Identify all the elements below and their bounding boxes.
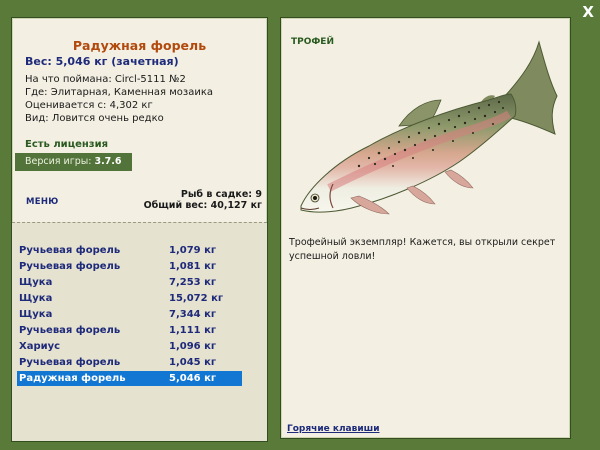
catch-fish-weight: 15,072 кг [169, 293, 224, 304]
catch-fish-name: Щука [19, 309, 53, 320]
catch-fish-name: Ручьевая форель [19, 357, 121, 368]
catch-fish-name: Ручьевая форель [19, 261, 121, 272]
fish-weight: Вес: 5,046 кг (зачетная) [25, 55, 179, 68]
catch-fish-name: Хариус [19, 341, 61, 352]
trophy-panel: ТРОФЕЙ Трофейный экземпляр! Кажется, вы … [280, 17, 571, 439]
catch-row[interactable]: Радужная форель 5,046 кг [17, 371, 242, 386]
catch-fish-weight: 7,344 кг [169, 309, 217, 320]
catch-fish-weight: 1,111 кг [169, 325, 217, 336]
catch-location: Где: Элитарная, Каменная мозаика [25, 87, 214, 98]
catch-fish-weight: 1,081 кг [169, 261, 217, 272]
trophy-message: Трофейный экземпляр! Кажется, вы открыли… [289, 237, 556, 262]
catch-fish-weight: 1,045 кг [169, 357, 217, 368]
menu-button[interactable]: МЕНЮ [26, 197, 59, 207]
fish-info-panel: Радужная форель Вес: 5,046 кг (зачетная)… [11, 17, 268, 442]
keepnet-count: Рыб в садке: 9 [180, 189, 262, 200]
catch-row[interactable]: Щука 7,253 кг [17, 275, 242, 290]
version-value: 3.7.6 [94, 156, 122, 167]
license-status: Есть лицензия [25, 139, 109, 150]
trophy-label: ТРОФЕЙ [291, 37, 334, 47]
catch-fish-weight: 1,096 кг [169, 341, 217, 352]
catch-row[interactable]: Ручьевая форель 1,111 кг [17, 323, 242, 338]
catch-fish-name: Радужная форель [19, 373, 126, 384]
catch-row[interactable]: Щука 7,344 кг [17, 307, 242, 322]
fish-name: Радужная форель [72, 38, 207, 53]
keepnet-total-weight: Общий вес: 40,127 кг [143, 200, 262, 211]
game-version-box: Версия игры: 3.7.6 [15, 153, 132, 171]
rainbow-trout-image [300, 40, 558, 215]
species-rarity: Вид: Ловится очень редко [25, 113, 164, 124]
catch-row[interactable]: Ручьевая форель 1,045 кг [17, 355, 242, 370]
keepnet-summary: Рыб в садке: 9 Общий вес: 40,127 кг [144, 189, 262, 211]
caught-with: На что поймана: Circl-5111 №2 [25, 74, 186, 85]
catch-row[interactable]: Ручьевая форель 1,081 кг [17, 259, 242, 274]
catch-fish-weight: 5,046 кг [169, 373, 217, 384]
catch-fish-weight: 1,079 кг [169, 245, 217, 256]
catch-fish-name: Ручьевая форель [19, 245, 121, 256]
hotkeys-link[interactable]: Горячие клавиши [287, 424, 380, 434]
catch-row[interactable]: Щука 15,072 кг [17, 291, 242, 306]
catch-row[interactable]: Хариус 1,096 кг [17, 339, 242, 354]
catch-fish-name: Щука [19, 277, 53, 288]
version-label: Версия игры: [25, 156, 92, 167]
close-button[interactable]: X [582, 2, 594, 22]
valued-from: Оценивается с: 4,302 кг [25, 100, 153, 111]
catch-list: Ручьевая форель 1,079 кг Ручьевая форель 1,… [12, 222, 267, 441]
catch-fish-name: Ручьевая форель [19, 325, 121, 336]
catch-fish-name: Щука [19, 293, 53, 304]
catch-row[interactable]: Ручьевая форель 1,079 кг [17, 243, 242, 258]
catch-fish-weight: 7,253 кг [169, 277, 217, 288]
